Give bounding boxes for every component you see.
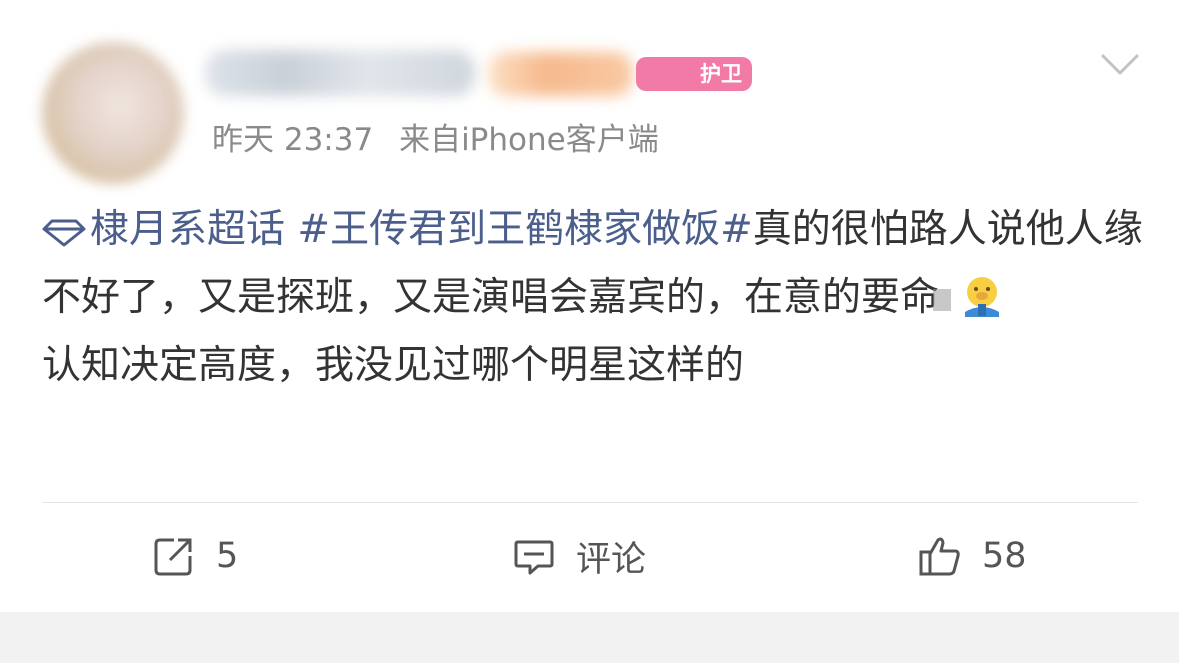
comment-icon [514, 540, 554, 575]
avatar[interactable] [42, 42, 184, 184]
post-source[interactable]: iPhone客户端 [461, 122, 659, 158]
hashtag-link[interactable]: #王传君到王鹤棣家做饭# [297, 207, 752, 252]
supertopic-label: 棣月系超话 [90, 207, 286, 252]
comment-label: 评论 [576, 539, 647, 580]
member-badge[interactable]: 护卫 [636, 57, 752, 91]
post-body: 棣月系超话 #王传君到王鹤棣家做饭#真的很怕路人说他人缘不好了，又是探班，又是演… [42, 196, 1152, 400]
diamond-icon [42, 219, 86, 246]
like-button[interactable]: 58 [918, 532, 1027, 580]
divider [42, 502, 1138, 503]
weibo-post-card: 护卫 昨天 23:37 来自iPhone客户端 棣月系超话 #王传君到王鹤棣家做… [0, 0, 1179, 612]
post-time: 昨天 23:37 [212, 122, 374, 158]
post-meta: 昨天 23:37 来自iPhone客户端 [212, 114, 659, 159]
post-from-label: 来自 [399, 122, 462, 158]
user-badge-blurred [488, 52, 633, 96]
repost-count: 5 [216, 536, 239, 576]
hug-face-emoji-icon [965, 277, 1000, 317]
comment-button[interactable]: 评论 [512, 532, 646, 580]
thumbs-up-icon [919, 537, 960, 576]
feed-separator [0, 612, 1179, 663]
member-badge-label: 护卫 [700, 62, 742, 86]
like-count: 58 [982, 536, 1027, 576]
username-blurred[interactable] [205, 50, 475, 96]
supertopic-link[interactable]: 棣月系超话 [42, 207, 297, 252]
chevron-down-icon[interactable] [1100, 52, 1140, 78]
repost-button[interactable]: 5 [152, 532, 238, 580]
censor-smudge [933, 288, 952, 311]
post-text-2: 认知决定高度，我没见过哪个明星这样的 [42, 343, 745, 388]
repost-icon [154, 538, 192, 576]
